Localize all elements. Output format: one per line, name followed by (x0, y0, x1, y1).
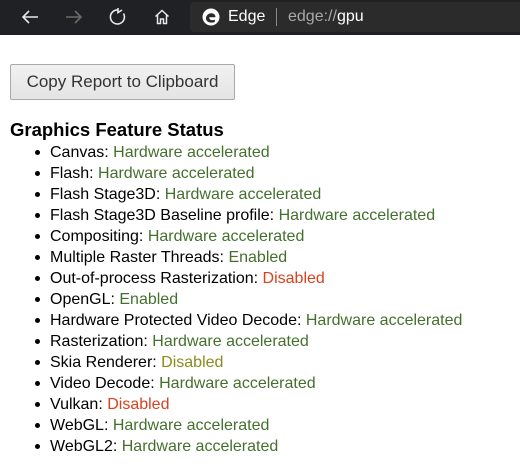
feature-item: Multiple Raster Threads: Enabled (34, 247, 462, 268)
feature-status: Enabled (119, 291, 179, 308)
refresh-icon (109, 8, 126, 25)
feature-status: Hardware accelerated (112, 417, 270, 434)
forward-arrow-icon (66, 10, 83, 24)
feature-status: Hardware accelerated (152, 333, 309, 350)
copy-report-button[interactable]: Copy Report to Clipboard (10, 64, 235, 100)
address-bar[interactable]: Edge edge://gpu (190, 2, 520, 32)
feature-item: Flash: Hardware accelerated (34, 163, 462, 184)
url-path: gpu (336, 8, 364, 25)
feature-item: Hardware Protected Video Decode: Hardwar… (34, 310, 463, 331)
feature-name: Multiple Raster Threads: (50, 249, 229, 266)
feature-name: Flash Stage3D: (50, 186, 165, 203)
feature-name: Rasterization: (50, 333, 153, 350)
feature-status: Hardware accelerated (113, 144, 270, 161)
feature-name: Compositing: (50, 228, 148, 245)
feature-item: Compositing: Hardware accelerated (34, 226, 462, 247)
feature-item: Flash Stage3D Baseline profile: Hardware… (34, 205, 462, 226)
feature-status: Hardware accelerated (305, 312, 463, 329)
url-scheme: edge:// (288, 8, 337, 25)
feature-name: Video Decode: (50, 375, 160, 392)
url-text[interactable]: edge://gpu (288, 8, 364, 26)
feature-name: Vulkan: (50, 396, 108, 413)
feature-item: Out-of-process Rasterization: Disabled (34, 268, 462, 289)
feature-name: Flash Stage3D Baseline profile: (50, 207, 279, 224)
home-icon (154, 9, 170, 25)
site-name: Edge (228, 8, 266, 25)
feature-status: Hardware accelerated (121, 438, 279, 455)
feature-item: WebGL: Hardware accelerated (34, 415, 462, 436)
feature-item: Video Decode: Hardware accelerated (34, 373, 462, 394)
feature-item: Flash Stage3D: Hardware accelerated (34, 184, 462, 205)
feature-name: WebGL2: (50, 438, 122, 455)
address-separator (276, 8, 277, 26)
feature-status: Hardware accelerated (147, 228, 305, 245)
feature-name: WebGL: (50, 417, 113, 434)
feature-item: Rasterization: Hardware accelerated (34, 331, 462, 352)
feature-status: Disabled (107, 396, 170, 413)
feature-item: Canvas: Hardware accelerated (34, 142, 462, 163)
feature-status: Disabled (161, 354, 224, 371)
refresh-button[interactable] (105, 5, 131, 29)
back-button[interactable] (17, 5, 43, 29)
feature-name: Hardware Protected Video Decode: (50, 312, 306, 329)
feature-status-list: Canvas: Hardware accelerated Flash: Hard… (34, 142, 463, 457)
feature-item: Vulkan: Disabled (34, 394, 462, 415)
feature-status: Hardware accelerated (278, 207, 436, 224)
feature-status: Disabled (262, 270, 325, 287)
feature-name: Out-of-process Rasterization: (50, 270, 263, 287)
feature-status: Hardware accelerated (98, 165, 255, 182)
feature-status: Hardware accelerated (164, 186, 322, 203)
feature-status: Hardware accelerated (159, 375, 316, 392)
edge-logo-icon (202, 8, 220, 26)
section-title: Graphics Feature Status (10, 119, 224, 140)
feature-name: Flash: (50, 165, 99, 182)
back-arrow-icon (21, 10, 38, 24)
feature-name: Skia Renderer: (50, 354, 162, 371)
feature-item: Skia Renderer: Disabled (34, 352, 462, 373)
forward-button[interactable] (61, 5, 87, 29)
feature-item: OpenGL: Enabled (34, 289, 462, 310)
feature-item: WebGL2: Hardware accelerated (34, 436, 462, 457)
feature-name: OpenGL: (50, 291, 120, 308)
feature-name: Canvas: (50, 144, 114, 161)
feature-status: Enabled (228, 249, 288, 266)
browser-toolbar: Edge edge://gpu (0, 0, 520, 35)
home-button[interactable] (149, 5, 175, 29)
